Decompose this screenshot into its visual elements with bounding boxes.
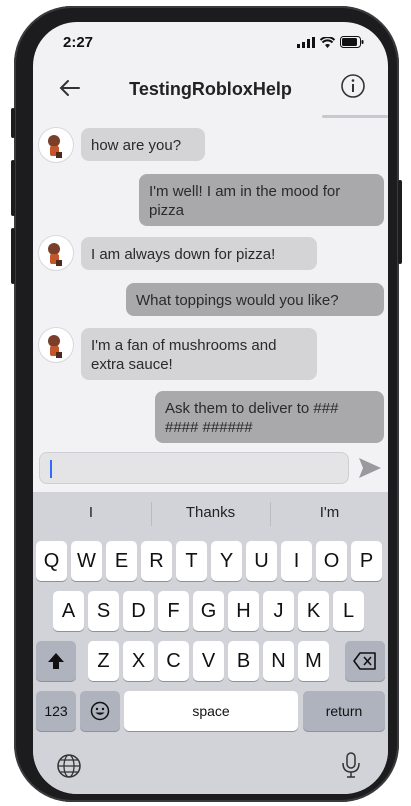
status-time: 2:27 [63,34,94,51]
text-caret [50,460,52,478]
volume-up-button [11,160,15,216]
key-m[interactable]: M [298,641,329,681]
shift-key[interactable] [36,641,76,681]
silent-switch [11,108,15,138]
send-icon[interactable] [357,456,383,480]
avatar-character-icon [48,135,62,158]
key-l[interactable]: L [333,591,364,631]
message-text: I'm well! I am in the mood for pizza [149,183,341,219]
key-a[interactable]: A [53,591,84,631]
message-text: I'm a fan of mushrooms and extra sauce! [91,337,277,373]
key-r[interactable]: R [141,541,172,581]
key-w[interactable]: W [71,541,102,581]
avatar [38,327,74,363]
key-h[interactable]: H [228,591,259,631]
key-z[interactable]: Z [88,641,119,681]
numbers-key[interactable]: 123 [36,691,76,731]
delete-icon [353,652,376,670]
message-incoming: how are you? [81,128,205,161]
key-k[interactable]: K [298,591,329,631]
shift-icon [48,653,64,669]
key-i[interactable]: I [281,541,312,581]
chat-header: TestingRobloxHelp [33,67,388,111]
message-text: I am always down for pizza! [91,246,276,263]
key-g[interactable]: G [193,591,224,631]
avatar [38,127,74,163]
status-icons [297,36,364,48]
suggestion-3[interactable]: I'm [271,500,388,526]
wifi-icon [320,36,335,48]
message-incoming: I am always down for pizza! [81,237,317,270]
key-v[interactable]: V [193,641,224,681]
emoji-key[interactable] [80,691,120,731]
suggestion-1[interactable]: I [33,500,149,526]
message-incoming: I'm a fan of mushrooms and extra sauce! [81,328,317,380]
header-divider [322,115,388,118]
key-e[interactable]: E [106,541,137,581]
chat-title: TestingRobloxHelp [129,79,292,99]
message-text: What toppings would you like? [136,292,339,309]
message-text: Ask them to deliver to ### #### ###### [165,400,339,436]
key-f[interactable]: F [158,591,189,631]
phone-screen: 2:27 TestingRobloxHelp how are you? I'm … [33,22,388,794]
key-d[interactable]: D [123,591,154,631]
space-key[interactable]: space [124,691,298,731]
key-q[interactable]: Q [36,541,67,581]
signal-icon [297,36,315,48]
key-o[interactable]: O [316,541,347,581]
key-b[interactable]: B [228,641,259,681]
avatar-character-icon [48,243,62,266]
delete-key[interactable] [345,641,385,681]
return-key[interactable]: return [303,691,385,731]
key-s[interactable]: S [88,591,119,631]
volume-down-button [11,228,15,284]
key-p[interactable]: P [351,541,382,581]
globe-icon[interactable] [56,753,82,779]
key-y[interactable]: Y [211,541,242,581]
key-u[interactable]: U [246,541,277,581]
avatar [38,235,74,271]
key-n[interactable]: N [263,641,294,681]
microphone-icon[interactable] [340,751,362,779]
key-x[interactable]: X [123,641,154,681]
info-icon[interactable] [340,73,366,99]
keyboard: I Thanks I'm Q W E R T Y U I O P A S D F… [33,492,388,794]
power-button [398,180,402,264]
message-input[interactable] [39,452,349,484]
suggestion-2[interactable]: Thanks [152,500,269,526]
message-text: how are you? [91,137,182,154]
avatar-character-icon [48,335,62,358]
message-outgoing: Ask them to deliver to ### #### ###### [155,391,384,443]
key-c[interactable]: C [158,641,189,681]
message-outgoing: What toppings would you like? [126,283,384,316]
battery-icon [340,36,364,48]
key-t[interactable]: T [176,541,207,581]
message-outgoing: I'm well! I am in the mood for pizza [139,174,384,226]
key-j[interactable]: J [263,591,294,631]
emoji-icon [90,701,110,721]
